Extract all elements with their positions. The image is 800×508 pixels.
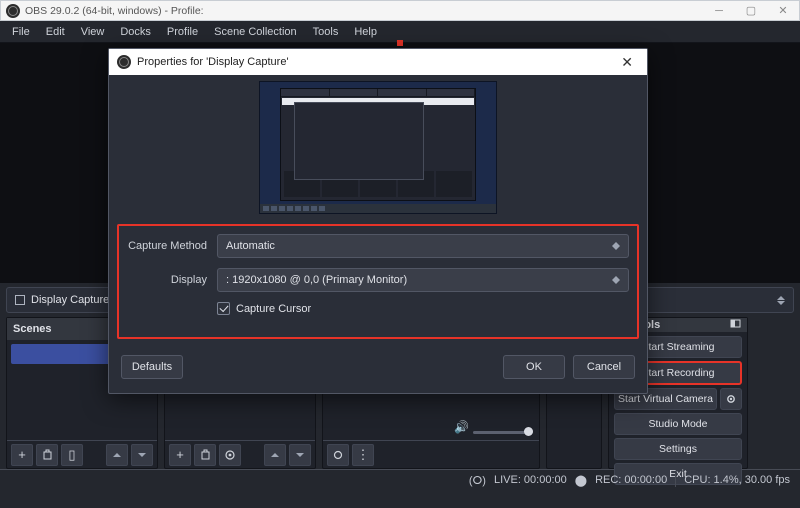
remove-source-button[interactable] [194,444,216,466]
source-props-button[interactable] [219,444,241,466]
resize-handle-top[interactable] [397,40,403,46]
dialog-preview [109,75,647,220]
window-title: OBS 29.0.2 (64-bit, windows) - Profile: [25,5,204,17]
scene-down-button[interactable] [131,444,153,466]
add-scene-button[interactable]: + [11,444,33,466]
status-cpu: CPU: 1.4%, 30.00 fps [684,474,790,486]
titlebar: OBS 29.0.2 (64-bit, windows) - Profile: … [0,0,800,21]
broadcast-icon: (ⵔ) [469,474,486,487]
minimize-button[interactable]: ─ [703,1,735,20]
capture-cursor-checkbox[interactable] [217,302,230,315]
obs-small-icon [117,55,131,69]
close-window-button[interactable]: ✕ [767,1,799,20]
studio-mode-button[interactable]: Studio Mode [614,413,742,435]
dialog-form-highlight: Capture Method Automatic Display : 1920x… [117,224,639,339]
defaults-button[interactable]: Defaults [121,355,183,379]
display-select[interactable]: : 1920x1080 @ 0,0 (Primary Monitor) [217,268,629,292]
mixer-menu-button[interactable]: ⋮ [352,444,374,466]
menu-docks[interactable]: Docks [112,23,159,41]
menu-tools[interactable]: Tools [305,23,347,41]
display-label: Display [127,274,207,286]
capture-method-select[interactable]: Automatic [217,234,629,258]
menu-edit[interactable]: Edit [38,23,73,41]
dialog-close-button[interactable]: ✕ [615,52,639,73]
properties-dialog: Properties for 'Display Capture' ✕ Captu… [108,48,648,394]
add-source-button[interactable]: + [169,444,191,466]
mixer-settings-button[interactable] [327,444,349,466]
scene-up-button[interactable] [106,444,128,466]
menu-help[interactable]: Help [346,23,385,41]
obs-app-icon [6,4,20,18]
scenes-header: Scenes [13,323,52,335]
settings-button[interactable]: Settings [614,438,742,460]
status-rec: REC: 00:00:00 [595,474,667,486]
menu-profile[interactable]: Profile [159,23,206,41]
status-live: LIVE: 00:00:00 [494,474,567,486]
status-divider [675,473,676,487]
preview-thumbnail [259,81,497,214]
menu-file[interactable]: File [4,23,38,41]
ok-button[interactable]: OK [503,355,565,379]
dialog-title: Properties for 'Display Capture' [137,56,289,68]
menu-view[interactable]: View [73,23,113,41]
maximize-button[interactable]: ▢ [735,1,767,20]
display-icon [15,295,25,305]
remove-scene-button[interactable] [36,444,58,466]
capture-cursor-label: Capture Cursor [236,303,311,315]
dock-icon[interactable] [730,318,741,332]
source-down-button[interactable] [289,444,311,466]
capture-method-label: Capture Method [127,240,207,252]
source-up-button[interactable] [264,444,286,466]
volume-slider[interactable] [473,431,533,434]
speaker-icon: 🔊 [454,420,469,434]
menu-scene-collection[interactable]: Scene Collection [206,23,305,41]
record-icon: ⬤ [575,474,587,487]
cancel-button[interactable]: Cancel [573,355,635,379]
scene-filter-button[interactable]: ▯ [61,444,83,466]
dialog-titlebar[interactable]: Properties for 'Display Capture' ✕ [109,49,647,75]
virtual-camera-settings-button[interactable] [720,388,742,410]
